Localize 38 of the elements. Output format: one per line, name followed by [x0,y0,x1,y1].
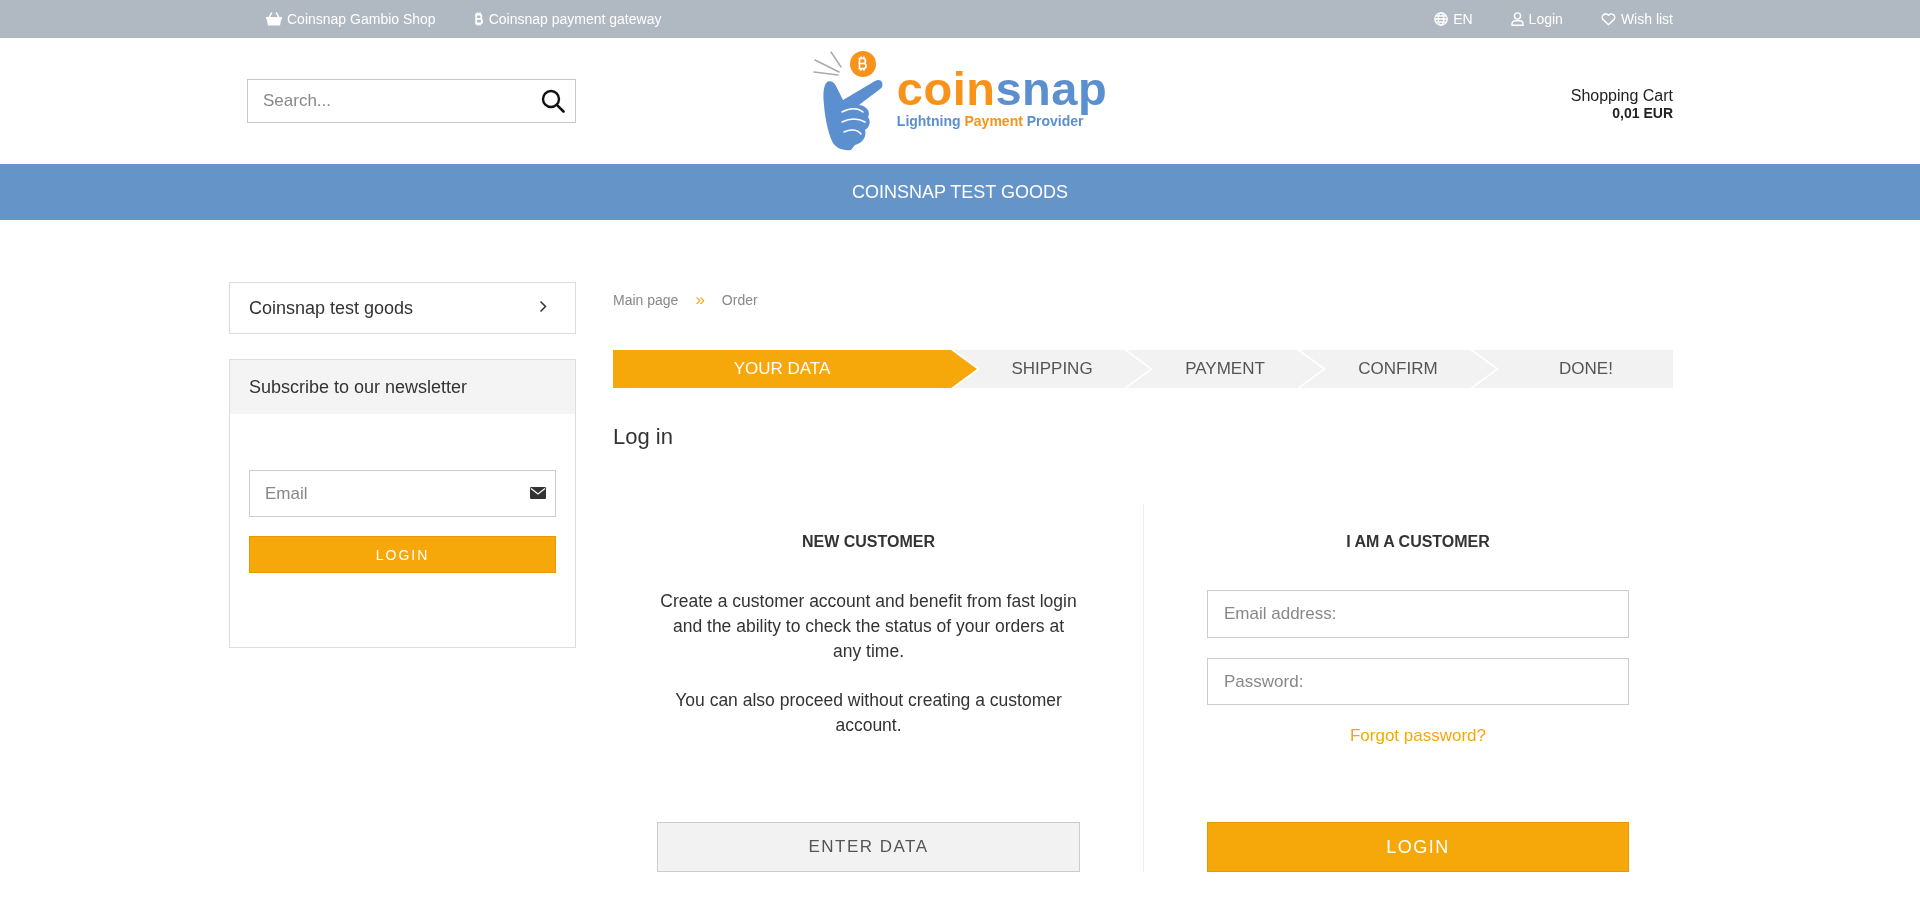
enter-data-button[interactable]: ENTER DATA [657,822,1080,872]
breadcrumb-current: Order [721,291,758,310]
existing-customer-title: I AM A CUSTOMER [1346,532,1490,552]
hand-coin-icon[interactable] [812,50,885,152]
new-customer-title: NEW CUSTOMER [801,532,935,552]
search-icon[interactable] [541,89,565,113]
page-title: Log in [613,423,674,451]
language-selector[interactable]: EN [1434,11,1473,27]
category-menu-item[interactable]: COINSNAP TEST GOODS [851,181,1069,203]
basket-icon [266,12,282,26]
search-field[interactable]: Search... [247,79,576,123]
cart-total: 0,01 EUR [1612,105,1673,122]
globe-icon [1434,12,1449,26]
payment-gateway-link[interactable]: Coinsnap payment gateway [473,11,662,27]
email-field[interactable]: Email [249,470,556,517]
logo-wordmark[interactable]: coinsnap [896,64,1108,113]
breadcrumb-link[interactable]: Main page [613,290,679,310]
email-address-field[interactable]: Email address: [1207,590,1629,638]
forgot-password-link[interactable]: Forgot password? [1349,726,1487,746]
newsletter-login-button[interactable]: LOGIN [249,536,556,573]
heart-icon [1600,12,1616,26]
shopping-cart-link[interactable]: Shopping Cart [1570,86,1673,105]
info-paragraph: You can also proceed without creating a customer account. [674,689,1063,737]
checkout-step: YOUR DATA [613,350,977,388]
newsletter-heading: Subscribe to our newsletter [230,360,575,414]
wishlist-link[interactable]: Wish list [1600,11,1673,27]
user-icon [1510,12,1524,26]
bitcoin-icon [473,12,484,26]
info-paragraph: Create a customer account and benefit from fast login and the ability to check the status of your orders at any time. [659,590,1078,663]
category-link[interactable]: Coinsnap test goods [229,282,576,334]
password-field[interactable]: Password: [1207,658,1629,705]
login-link[interactable]: Login [1510,11,1563,27]
login-button[interactable]: LOGIN [1207,822,1629,872]
shop-link[interactable]: Coinsnap Gambio Shop [266,11,436,27]
envelope-icon [530,487,546,499]
chevron-right-icon [539,299,547,313]
checkout-step: DONE! [1473,350,1673,388]
breadcrumb-separator: » [695,290,705,310]
